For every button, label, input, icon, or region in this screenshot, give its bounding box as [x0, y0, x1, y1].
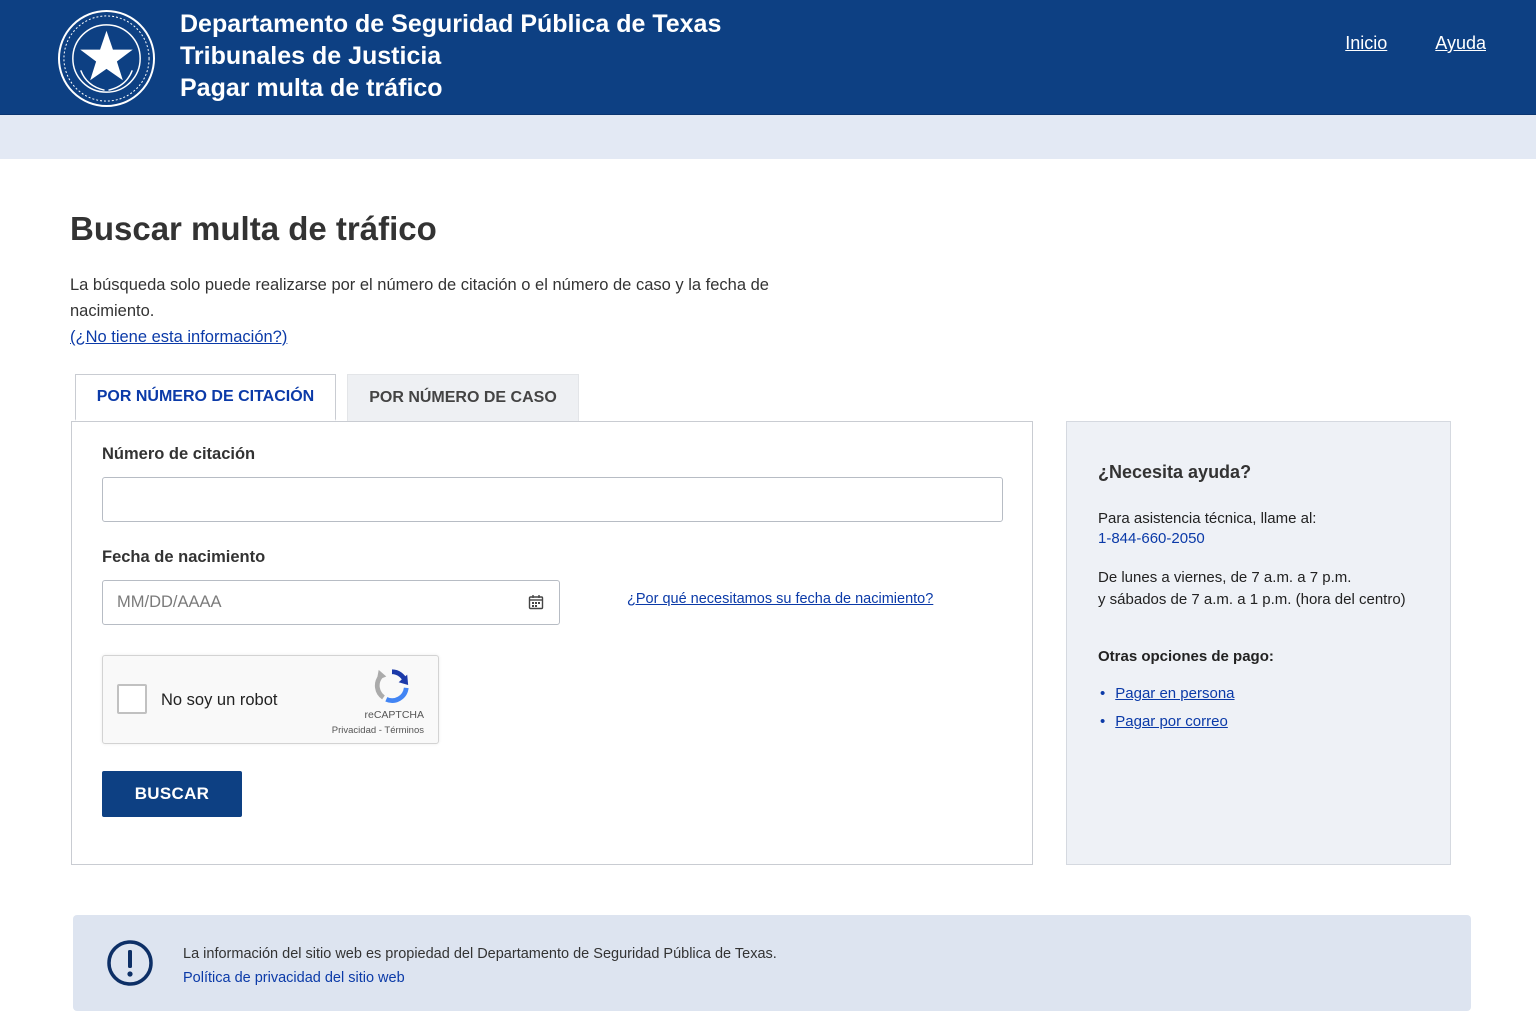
- top-nav: Inicio Ayuda: [1345, 33, 1486, 54]
- site-notice: La información del sitio web es propieda…: [73, 915, 1471, 1011]
- calendar-icon[interactable]: [528, 594, 544, 610]
- agency-name: Departamento de Seguridad Pública de Tex…: [180, 10, 722, 38]
- texas-dps-seal-icon: [57, 9, 156, 108]
- header-titles: Departamento de Seguridad Pública de Tex…: [180, 8, 721, 104]
- help-panel: ¿Necesita ayuda? Para asistencia técnica…: [1066, 421, 1451, 865]
- tab-citation-number[interactable]: POR NÚMERO DE CITACIÓN: [75, 374, 336, 421]
- nav-ayuda-link[interactable]: Ayuda: [1435, 33, 1486, 54]
- support-hours: De lunes a viernes, de 7 a.m. a 7 p.m. y…: [1098, 567, 1406, 611]
- hours-saturday: y sábados de 7 a.m. a 1 p.m. (hora del c…: [1098, 591, 1406, 608]
- recaptcha-privacy-terms[interactable]: Privacidad - Términos: [332, 725, 424, 736]
- search-button[interactable]: BUSCAR: [102, 771, 242, 817]
- hours-weekdays: De lunes a viernes, de 7 a.m. a 7 p.m.: [1098, 569, 1352, 586]
- service-name: Pagar multa de tráfico: [180, 74, 443, 102]
- header-band: [0, 115, 1536, 159]
- notice-text-block: La información del sitio web es propieda…: [183, 942, 777, 990]
- recaptcha-logo-icon: [374, 669, 409, 703]
- dob-label: Fecha de nacimiento: [102, 548, 266, 566]
- notice-text: La información del sitio web es propieda…: [183, 946, 777, 962]
- nav-inicio-link[interactable]: Inicio: [1345, 33, 1387, 54]
- citation-number-label: Número de citación: [102, 445, 256, 463]
- recaptcha-checkbox[interactable]: [117, 684, 147, 714]
- privacy-policy-link[interactable]: Política de privacidad del sitio web: [183, 966, 777, 990]
- recaptcha-brand: reCAPTCHA: [364, 709, 424, 721]
- missing-info-link[interactable]: (¿No tiene esta información?): [70, 324, 830, 350]
- recaptcha-widget: No soy un robot reCAPTCHA Privacidad - T…: [102, 655, 439, 744]
- page-title: Buscar multa de tráfico: [70, 210, 437, 247]
- support-phone-link[interactable]: 1-844-660-2050: [1098, 530, 1205, 547]
- intro-text: La búsqueda solo puede realizarse por el…: [70, 276, 769, 320]
- citation-number-input[interactable]: [102, 477, 1003, 522]
- intro-text-block: La búsqueda solo puede realizarse por el…: [70, 272, 830, 350]
- pay-by-mail-link[interactable]: Pagar por correo: [1115, 713, 1228, 730]
- tech-support-text: Para asistencia técnica, llame al:: [1098, 510, 1317, 527]
- site-header: Departamento de Seguridad Pública de Tex…: [0, 0, 1536, 115]
- help-title: ¿Necesita ayuda?: [1098, 462, 1252, 482]
- search-form: Número de citación Fecha de nacimiento ¿…: [71, 421, 1033, 865]
- court-name: Tribunales de Justicia: [180, 42, 442, 70]
- other-payment-title: Otras opciones de pago:: [1098, 648, 1274, 665]
- exclamation-circle-icon: [107, 940, 153, 986]
- tab-case-number[interactable]: POR NÚMERO DE CASO: [347, 374, 579, 421]
- pay-in-person-link[interactable]: Pagar en persona: [1115, 685, 1234, 702]
- list-item: Pagar por correo: [1098, 708, 1235, 736]
- list-item: Pagar en persona: [1098, 680, 1234, 708]
- dob-input[interactable]: [102, 580, 560, 625]
- payment-options-list: Pagar en persona Pagar por correo: [1098, 680, 1235, 736]
- recaptcha-label: No soy un robot: [161, 691, 278, 709]
- why-dob-link[interactable]: ¿Por qué necesitamos su fecha de nacimie…: [627, 591, 933, 607]
